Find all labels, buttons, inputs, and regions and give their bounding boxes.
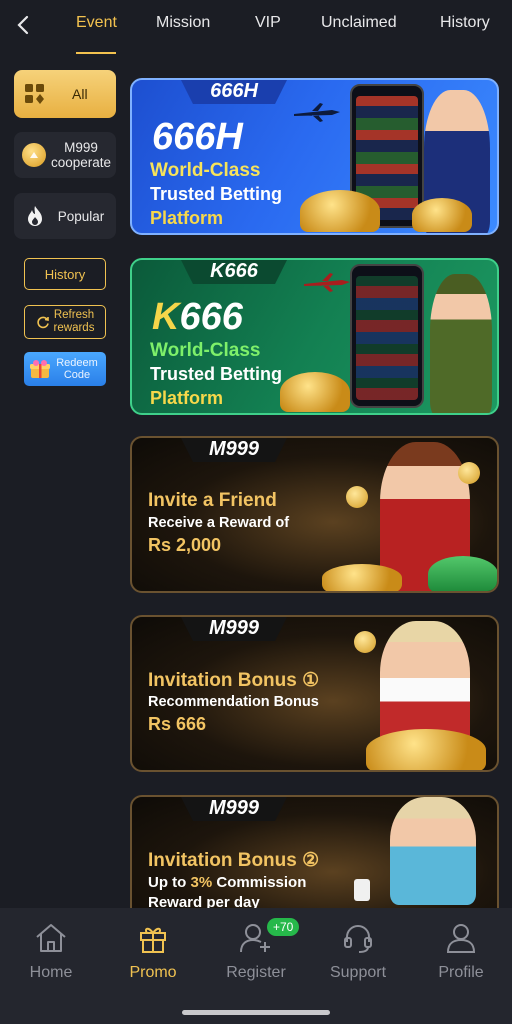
soldier-character (430, 274, 492, 413)
refresh-rewards-button[interactable]: Refresh rewards (24, 305, 106, 339)
tab-history[interactable]: History (440, 14, 490, 32)
category-m999-label: M999 cooperate (50, 140, 112, 170)
m999-coin-icon (22, 143, 46, 167)
cash-pile (428, 556, 497, 591)
nav-register[interactable]: +70 Register (211, 918, 301, 982)
back-button[interactable] (10, 12, 36, 38)
banner-k666[interactable]: K666 K666 World-Class Trusted Betting Pl… (130, 258, 499, 415)
register-bonus-badge: +70 (267, 918, 300, 936)
logo-number: 666 (179, 296, 243, 338)
banner-headline: Invitation Bonus ① (148, 670, 320, 691)
banner-tagline: Platform (150, 208, 224, 228)
banner-subline: Trusted Betting (150, 184, 283, 204)
treasure-pile (300, 190, 380, 232)
tab-event[interactable]: Event (76, 14, 117, 32)
treasure-pile (280, 372, 350, 412)
nav-support-label: Support (329, 964, 387, 981)
flame-icon (28, 206, 42, 226)
banner-headline: Invitation Bonus ② (148, 850, 320, 871)
coin-decoration (458, 462, 480, 484)
category-m999-button[interactable]: M999 cooperate (14, 132, 116, 178)
banner-amount: Rs 2,000 (148, 535, 222, 555)
airplane-icon (294, 103, 340, 122)
gift-icon (140, 927, 166, 953)
refresh-icon (36, 316, 49, 329)
nav-register-label: Register (226, 964, 286, 981)
banner-headline: World-Class (150, 160, 261, 181)
coin-decoration (346, 486, 368, 508)
logo-k: K (152, 296, 180, 338)
chevron-left-icon (17, 15, 29, 35)
tab-vip[interactable]: VIP (255, 14, 281, 32)
banner-subline: Receive a Reward of (148, 515, 290, 531)
home-icon (36, 924, 66, 952)
banner-headline: World-Class (150, 340, 261, 361)
headset-icon (344, 925, 372, 953)
active-tab-indicator (76, 52, 116, 54)
bottom-nav: Home Promo +70 Register Support Profile (0, 908, 512, 1024)
banner-amount: Rs 666 (148, 714, 207, 734)
tab-unclaimed[interactable]: Unclaimed (321, 14, 397, 32)
redeem-code-button[interactable]: Redeem Code (24, 352, 106, 386)
phone-illustration (350, 264, 424, 408)
refresh-rewards-label: Refresh rewards (53, 309, 95, 334)
nav-promo[interactable]: Promo (108, 918, 198, 982)
tab-mission[interactable]: Mission (156, 14, 210, 32)
banner-tagline: Platform (150, 388, 224, 408)
nav-profile-label: Profile (438, 964, 484, 981)
top-nav: Event Mission VIP Unclaimed History (0, 0, 512, 54)
nav-support[interactable]: Support (313, 918, 403, 982)
nav-home-label: Home (29, 964, 73, 981)
banner-brand-tab: K666 (180, 260, 288, 284)
category-all-label: All (72, 86, 88, 102)
banner-subline: Up to 3% Commission (148, 874, 307, 891)
coin-decoration (354, 631, 376, 653)
nav-promo-label: Promo (129, 964, 177, 981)
history-button-label: History (44, 266, 86, 282)
banner-brand-tab: M999 (180, 438, 288, 462)
category-popular-button[interactable]: Popular (14, 193, 116, 239)
banner-headline: Invite a Friend (148, 490, 277, 511)
treasure-pile (412, 198, 472, 232)
redeem-code-label: Redeem Code (56, 357, 98, 381)
treasure-pile (322, 564, 402, 591)
grid-icon (25, 84, 44, 104)
banner-subline: Recommendation Bonus (148, 694, 319, 710)
gift-box-icon (30, 360, 50, 378)
nav-home[interactable]: Home (6, 918, 96, 982)
airplane-icon (304, 273, 350, 292)
banner-invite-friend[interactable]: M999 Invite a Friend Receive a Reward of… (130, 436, 499, 593)
history-button[interactable]: History (24, 258, 106, 290)
banner-brand-tab: M999 (180, 797, 288, 821)
nav-profile[interactable]: Profile (416, 918, 506, 982)
banner-brand-tab: M999 (180, 617, 288, 641)
card-decoration (354, 879, 370, 901)
banner-666h[interactable]: 666H 666H World-Class Trusted Betting Pl… (130, 78, 499, 235)
banner-brand-tab: 666H (180, 80, 288, 104)
banner-invitation-bonus-1[interactable]: M999 Invitation Bonus ① Recommendation B… (130, 615, 499, 772)
category-all-button[interactable]: All (14, 70, 116, 118)
treasure-pile (366, 729, 486, 770)
dealer-character (390, 797, 476, 905)
banner-subline: Trusted Betting (150, 364, 283, 384)
banner-logo: 666H (152, 116, 243, 158)
home-indicator (182, 1010, 330, 1015)
user-icon (446, 924, 476, 953)
tab-bar: Event Mission VIP Unclaimed History (60, 0, 512, 54)
banner-logo: K666 (152, 296, 243, 339)
category-popular-label: Popular (57, 208, 105, 224)
